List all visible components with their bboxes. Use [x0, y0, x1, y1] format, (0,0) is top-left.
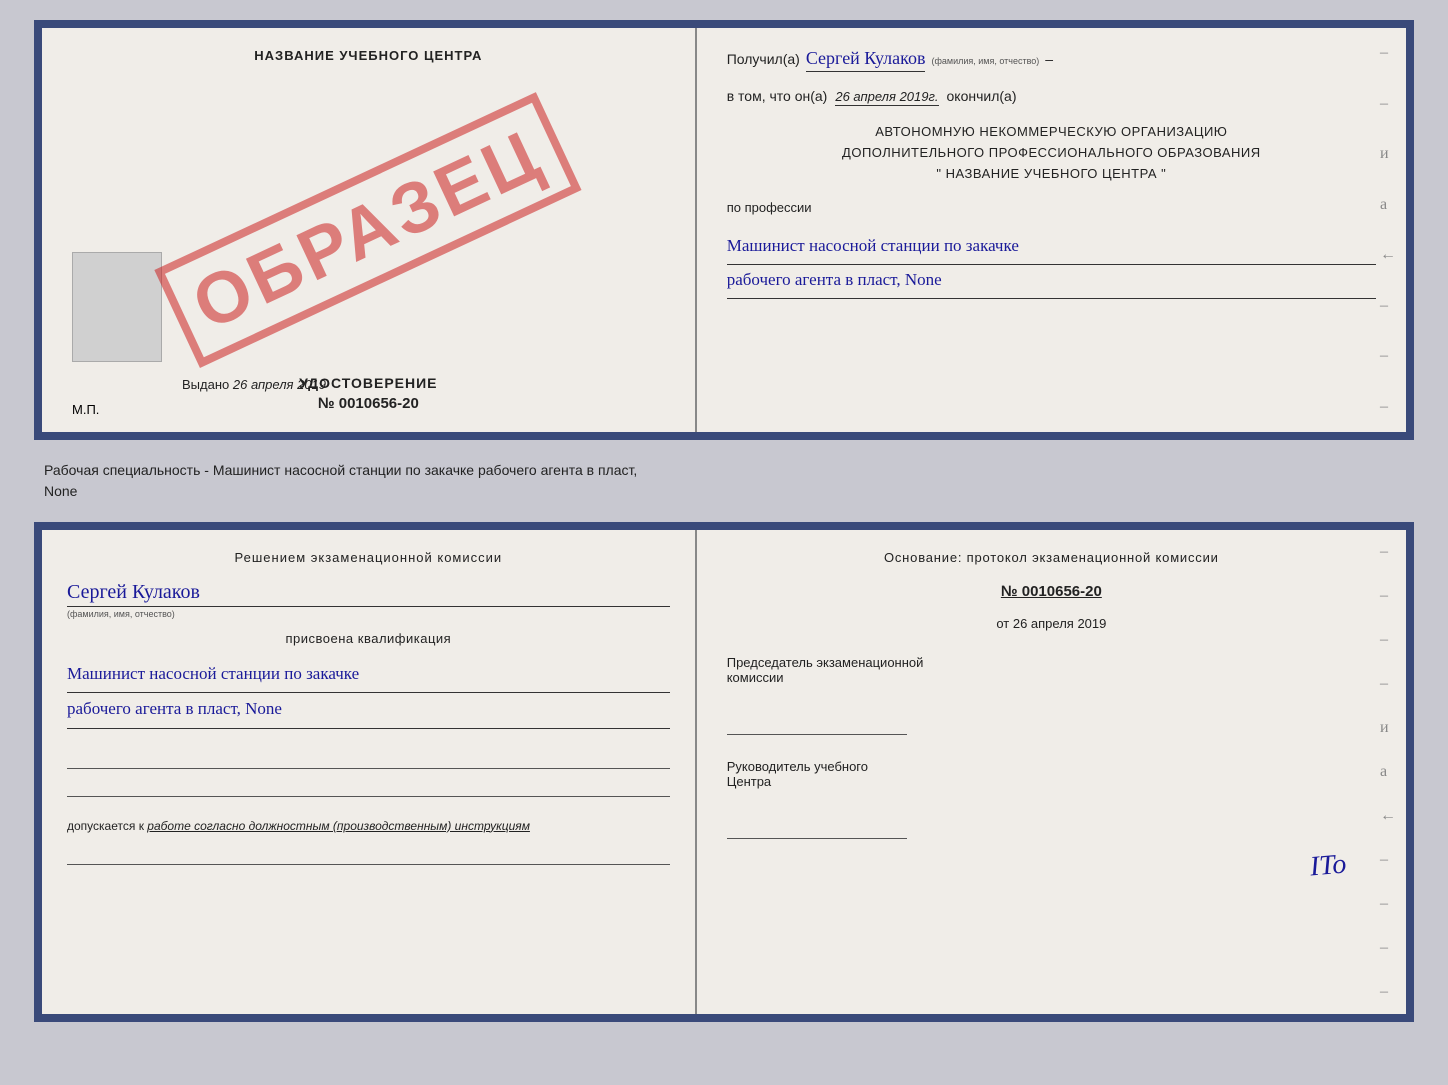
protocol-num: № 0010656-20 — [727, 583, 1376, 600]
predsedatel-block: Председатель экзаменационной комиссии — [727, 655, 1376, 735]
org-block: АВТОНОМНУЮ НЕКОММЕРЧЕСКУЮ ОРГАНИЗАЦИЮ ДО… — [727, 122, 1376, 184]
prisvoyena-text: присвоена квалификация — [67, 631, 670, 646]
bottom-doc-right: Основание: протокол экзаменационной коми… — [697, 530, 1406, 1014]
mp-label: М.П. — [72, 402, 99, 417]
between-line2: None — [44, 481, 1404, 502]
dopuskaetsya-value: работе согласно должностным (производств… — [147, 819, 530, 833]
dopuskaetsya-block: допускается к работе согласно должностны… — [67, 819, 670, 833]
bottom-recipient-name: Сергей Кулаков — [67, 581, 670, 604]
qual-line1: Машинист насосной станции по закачке — [67, 658, 670, 693]
rukovoditel-sign-line — [727, 819, 907, 839]
udostoverenie-num: № 0010656-20 — [299, 395, 437, 412]
udostoverenie-title: УДОСТОВЕРЕНИЕ — [299, 375, 437, 391]
vtom-label: в том, что он(а) — [727, 88, 828, 104]
bottom-name-hint: (фамилия, имя, отчество) — [67, 606, 670, 619]
qualification-block: Машинист насосной станции по закачке раб… — [67, 658, 670, 729]
poluchil-label: Получил(а) — [727, 51, 800, 67]
rukovoditel-block: Руководитель учебного Центра — [727, 759, 1376, 839]
profession-block: Машинист насосной станции по закачке раб… — [727, 231, 1376, 298]
bottom-document: Решением экзаменационной комиссии Сергей… — [34, 522, 1414, 1022]
right-dashes-bottom: – – – – и а ← – – – – — [1380, 530, 1396, 1014]
qual-line2: рабочего агента в пласт, None — [67, 693, 670, 728]
profession-line1: Машинист насосной станции по закачке — [727, 231, 1376, 265]
top-doc-left: НАЗВАНИЕ УЧЕБНОГО ЦЕНТРА ОБРАЗЕЦ УДОСТОВ… — [42, 28, 697, 432]
resheniem-text: Решением экзаменационной комиссии — [67, 550, 670, 565]
bottom-sign-lines — [67, 749, 670, 797]
sign-line-1 — [67, 749, 670, 769]
profession-line2: рабочего агента в пласт, None — [727, 265, 1376, 299]
vydano-label: Выдано — [182, 377, 229, 392]
rukovoditel-line1: Руководитель учебного — [727, 759, 1376, 774]
top-doc-right: Получил(а) Сергей Кулаков (фамилия, имя,… — [697, 28, 1406, 432]
completion-date: 26 апреля 2019г. — [835, 89, 938, 106]
org-line1: АВТОНОМНУЮ НЕКОММЕРЧЕСКУЮ ОРГАНИЗАЦИЮ — [727, 122, 1376, 143]
sign-line-2 — [67, 777, 670, 797]
photo-placeholder — [72, 252, 162, 362]
between-line1: Рабочая специальность - Машинист насосно… — [44, 460, 1404, 481]
org-line2: ДОПОЛНИТЕЛЬНОГО ПРОФЕССИОНАЛЬНОГО ОБРАЗО… — [727, 143, 1376, 164]
sign-line-3 — [67, 845, 670, 865]
okonchil-label: окончил(а) — [947, 88, 1017, 104]
top-center-title: НАЗВАНИЕ УЧЕБНОГО ЦЕНТРА — [254, 48, 482, 63]
name-hint: (фамилия, имя, отчество) — [931, 56, 1039, 66]
ito-mark: ITo — [1308, 848, 1347, 883]
bottom-doc-left: Решением экзаменационной комиссии Сергей… — [42, 530, 697, 1014]
ot-label: от — [996, 616, 1009, 631]
po-professii: по профессии — [727, 200, 1376, 215]
ot-date-value: 26 апреля 2019 — [1013, 616, 1107, 631]
obrazec-stamp: ОБРАЗЕЦ — [155, 92, 582, 368]
udostoverenie-block: УДОСТОВЕРЕНИЕ № 0010656-20 — [299, 375, 437, 412]
top-document: НАЗВАНИЕ УЧЕБНОГО ЦЕНТРА ОБРАЗЕЦ УДОСТОВ… — [34, 20, 1414, 440]
org-line3: " НАЗВАНИЕ УЧЕБНОГО ЦЕНТРА " — [727, 164, 1376, 185]
predsedatel-sign-line — [727, 715, 907, 735]
ot-date-row: от 26 апреля 2019 — [727, 616, 1376, 631]
predsedatel-line1: Председатель экзаменационной — [727, 655, 1376, 670]
vtom-row: в том, что он(а) 26 апреля 2019г. окончи… — [727, 88, 1376, 106]
poluchil-row: Получил(а) Сергей Кулаков (фамилия, имя,… — [727, 48, 1376, 72]
between-text: Рабочая специальность - Машинист насосно… — [34, 460, 1414, 502]
predsedatel-line2: комиссии — [727, 670, 1376, 685]
dopuskaetsya-label: допускается к — [67, 819, 144, 833]
osnovanie-text: Основание: протокол экзаменационной коми… — [727, 550, 1376, 565]
name-block: Сергей Кулаков (фамилия, имя, отчество) — [67, 577, 670, 619]
right-dashes: – – и а ← – – – — [1380, 28, 1396, 432]
rukovoditel-line2: Центра — [727, 774, 1376, 789]
recipient-name: Сергей Кулаков — [806, 48, 926, 72]
